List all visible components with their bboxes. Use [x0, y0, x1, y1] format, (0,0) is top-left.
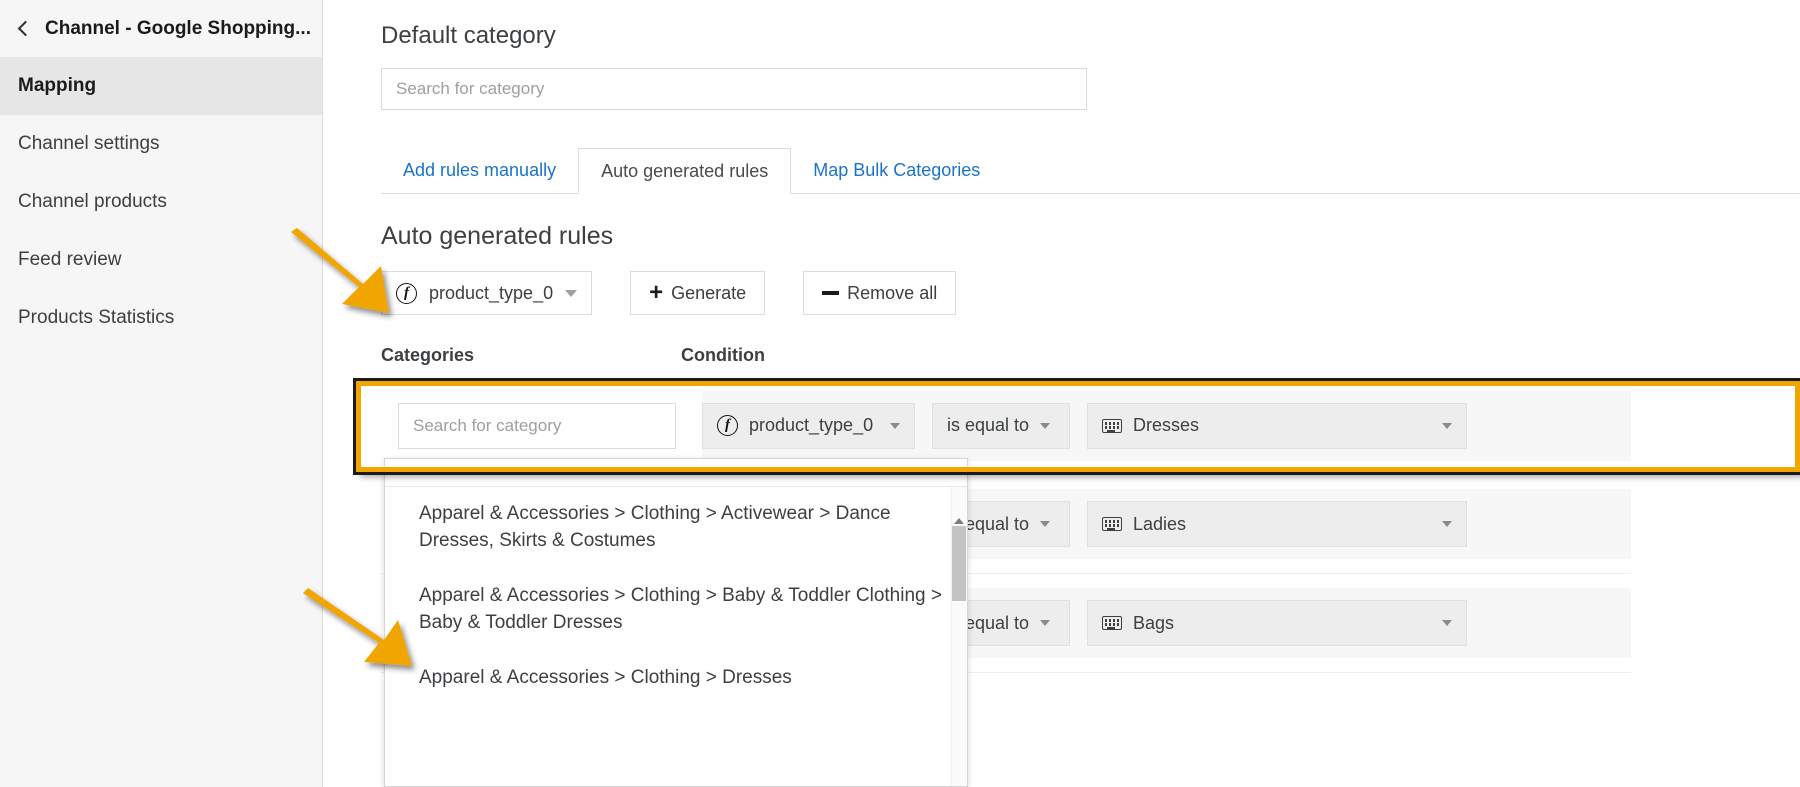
scroll-up-arrow-icon[interactable] — [954, 518, 964, 524]
tab-auto-generated-rules[interactable]: Auto generated rules — [578, 148, 791, 194]
chevron-down-icon — [1442, 521, 1452, 527]
rule-value-select[interactable]: Bags — [1087, 600, 1467, 646]
dropdown-header — [385, 459, 967, 487]
dropdown-scrollbar[interactable] — [951, 487, 967, 786]
sidebar-item-feed-review[interactable]: Feed review — [0, 231, 322, 289]
chevron-down-icon — [1442, 423, 1452, 429]
app-root: Channel - Google Shopping... Mapping Cha… — [0, 0, 1800, 787]
chevron-down-icon — [890, 423, 900, 429]
sidebar-item-label: Products Statistics — [18, 307, 174, 329]
sidebar-item-products-statistics[interactable]: Products Statistics — [0, 289, 322, 347]
sidebar-item-label: Channel settings — [18, 133, 160, 155]
sidebar-item-mapping[interactable]: Mapping — [0, 57, 322, 115]
generate-button[interactable]: + Generate — [630, 271, 765, 315]
rule-category-input[interactable]: Search for category — [398, 403, 676, 449]
rule-attribute-value: product_type_0 — [749, 415, 873, 436]
chevron-left-icon — [18, 21, 34, 37]
chevron-down-icon — [1442, 620, 1452, 626]
auto-generated-rules-title: Auto generated rules — [381, 222, 1800, 251]
column-header-condition: Condition — [681, 345, 765, 366]
rule-value-select[interactable]: Ladies — [1087, 501, 1467, 547]
rule-value: Ladies — [1133, 514, 1186, 535]
sidebar-item-channel-settings[interactable]: Channel settings — [0, 115, 322, 173]
plus-icon: + — [649, 283, 663, 302]
column-header-categories: Categories — [381, 345, 681, 366]
minus-icon — [822, 291, 839, 295]
chevron-down-icon — [1040, 521, 1050, 527]
default-category-label: Default category — [381, 0, 1800, 50]
rule-condition-group: f product_type_0 is equal to Dresses — [702, 391, 1631, 461]
default-category-placeholder: Search for category — [396, 79, 544, 99]
function-icon: f — [717, 415, 738, 436]
dropdown-option-dresses[interactable]: Apparel & Accessories > Clothing > Dress… — [385, 651, 967, 706]
chevron-down-icon — [1040, 423, 1050, 429]
keyboard-icon — [1102, 616, 1122, 630]
category-suggestions-dropdown[interactable]: Apparel & Accessories > Clothing > Activ… — [384, 458, 968, 787]
dropdown-scrollbar-thumb[interactable] — [952, 526, 966, 601]
tab-bar: Add rules manually Auto generated rules … — [381, 148, 1800, 194]
tab-label: Auto generated rules — [601, 161, 768, 182]
dropdown-option-baby-toddler-dresses[interactable]: Apparel & Accessories > Clothing > Baby … — [385, 569, 967, 651]
attribute-select-value: product_type_0 — [429, 283, 553, 304]
sidebar-item-label: Mapping — [18, 75, 96, 97]
generate-button-label: Generate — [671, 283, 746, 304]
tab-label: Add rules manually — [403, 160, 556, 181]
rule-attribute-select[interactable]: f product_type_0 — [702, 403, 915, 449]
sidebar-back-label: Channel - Google Shopping... — [45, 18, 311, 40]
rule-value: Bags — [1133, 613, 1174, 634]
tab-label: Map Bulk Categories — [813, 160, 980, 181]
sidebar-item-label: Channel products — [18, 191, 167, 213]
function-icon: f — [396, 283, 417, 304]
tab-map-bulk-categories[interactable]: Map Bulk Categories — [791, 147, 1002, 193]
sidebar-back-link[interactable]: Channel - Google Shopping... — [0, 0, 322, 57]
default-category-input[interactable]: Search for category — [381, 68, 1087, 110]
chevron-down-icon — [1040, 620, 1050, 626]
sidebar-item-channel-products[interactable]: Channel products — [0, 173, 322, 231]
keyboard-icon — [1102, 517, 1122, 531]
remove-all-button-label: Remove all — [847, 283, 937, 304]
remove-all-button[interactable]: Remove all — [803, 271, 956, 315]
sidebar-item-label: Feed review — [18, 249, 122, 271]
keyboard-icon — [1102, 419, 1122, 433]
dropdown-option-dance-dresses[interactable]: Apparel & Accessories > Clothing > Activ… — [385, 487, 967, 569]
rule-value-select[interactable]: Dresses — [1087, 403, 1467, 449]
rule-operator-value: is equal to — [947, 415, 1029, 436]
rules-column-headers: Categories Condition — [381, 345, 1800, 366]
sidebar: Channel - Google Shopping... Mapping Cha… — [0, 0, 323, 787]
rule-operator-select[interactable]: is equal to — [932, 403, 1070, 449]
rules-toolbar: f product_type_0 + Generate Remove all — [381, 271, 1800, 315]
rule-category-placeholder: Search for category — [413, 416, 561, 436]
rule-value: Dresses — [1133, 415, 1199, 436]
tab-add-rules-manually[interactable]: Add rules manually — [381, 147, 578, 193]
chevron-down-icon — [565, 290, 577, 297]
attribute-select[interactable]: f product_type_0 — [381, 271, 592, 315]
